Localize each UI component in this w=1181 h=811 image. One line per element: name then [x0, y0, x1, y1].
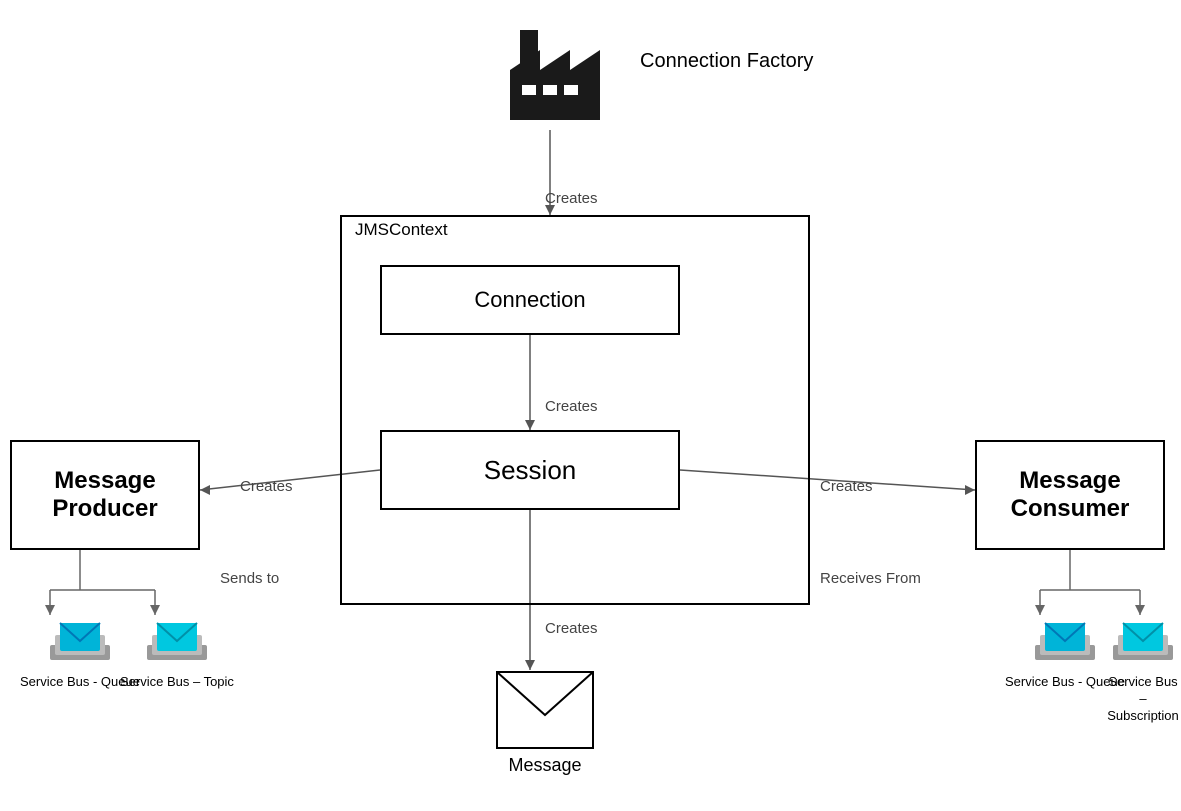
- session-box: Session: [380, 430, 680, 510]
- sb-subscription-right-group: Service Bus – Subscription: [1105, 615, 1181, 725]
- creates-label-bottom: Creates: [545, 620, 598, 637]
- jms-context-label: JMSContext: [355, 220, 448, 240]
- message-consumer-box: MessageConsumer: [975, 440, 1165, 550]
- message-icon: [495, 670, 595, 750]
- connection-label: Connection: [474, 287, 585, 313]
- sb-queue-right-icon: [1035, 615, 1095, 670]
- message-consumer-label: MessageConsumer: [1011, 467, 1130, 523]
- creates-label-top: Creates: [545, 190, 598, 207]
- diagram: Connection Factory Creates JMSContext Co…: [0, 0, 1181, 811]
- creates-label-mid: Creates: [545, 398, 598, 415]
- connection-factory-label: Connection Factory: [640, 50, 813, 73]
- sb-queue-left-icon: [50, 615, 110, 670]
- factory-icon: [490, 10, 610, 130]
- sb-topic-left-label: Service Bus – Topic: [120, 674, 234, 691]
- creates-label-right: Creates: [820, 478, 873, 495]
- sb-subscription-right-label: Service Bus – Subscription: [1105, 674, 1181, 725]
- session-label: Session: [484, 455, 577, 486]
- connection-box: Connection: [380, 265, 680, 335]
- sends-to-label: Sends to: [220, 570, 279, 587]
- message-label: Message: [490, 755, 600, 776]
- creates-label-left: Creates: [240, 478, 293, 495]
- sb-topic-left-group: Service Bus – Topic: [120, 615, 234, 691]
- message-producer-label: MessageProducer: [52, 467, 157, 523]
- sb-topic-left-icon: [147, 615, 207, 670]
- sb-subscription-right-icon: [1113, 615, 1173, 670]
- message-producer-box: MessageProducer: [10, 440, 200, 550]
- receives-from-label: Receives From: [820, 570, 921, 587]
